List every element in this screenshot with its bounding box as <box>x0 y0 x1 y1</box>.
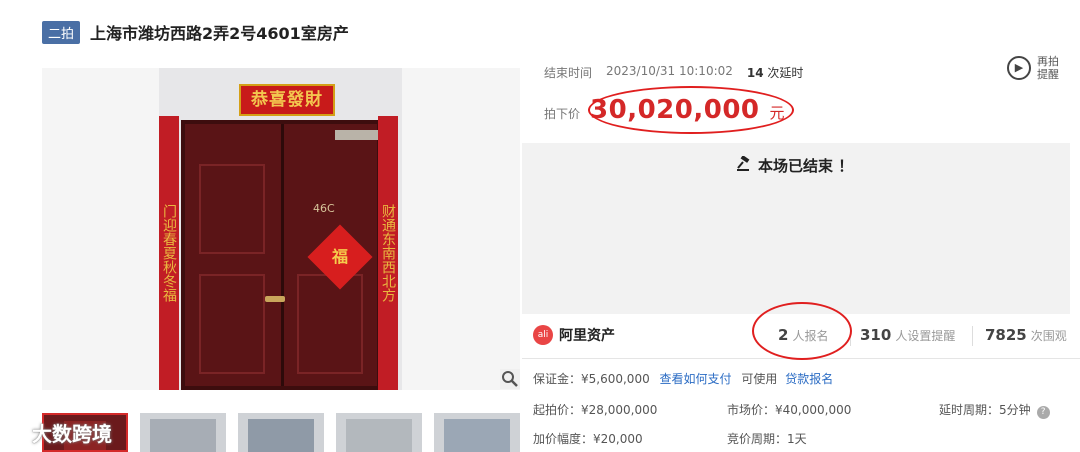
thumbnail-4[interactable] <box>336 413 422 452</box>
divider <box>972 326 973 346</box>
end-time-row: 结束时间 2023/10/31 10:10:02 14 次延时 <box>544 64 803 81</box>
alarm-clock-icon: ▶ <box>1007 56 1031 80</box>
remind-button[interactable]: ▶ 再拍提醒 <box>1007 55 1063 81</box>
gavel-icon <box>736 154 752 176</box>
brand-logo-icon <box>6 421 28 445</box>
round-badge: 二拍 <box>42 20 81 44</box>
deposit-line: 保证金：¥5,600,000 查看如何支付 可使用 贷款报名 <box>533 370 833 387</box>
door-handle <box>265 296 285 302</box>
end-time-value: 2023/10/31 10:10:02 <box>606 64 733 78</box>
status-area: 本场已结束 ！ <box>522 143 1070 314</box>
title-row: 二拍 上海市潍坊西路2弄2号4601室房产 <box>42 19 349 45</box>
platform-name: 阿里资产 <box>559 328 615 344</box>
fu-decoration: 福 <box>307 224 373 290</box>
fu-char: 福 <box>331 247 348 266</box>
magnifier-icon[interactable] <box>500 369 520 389</box>
door-panel <box>297 274 363 374</box>
page-title: 上海市潍坊西路2弄2号4601室房产 <box>90 24 349 43</box>
delay-info: 14 次延时 <box>747 64 804 81</box>
thumbnail-2[interactable] <box>140 413 226 452</box>
thumbnail-3[interactable] <box>238 413 324 452</box>
price-highlight-circle <box>588 86 794 134</box>
delay-period-line: 延时周期：5分钟? <box>939 401 1050 419</box>
auction-status: 本场已结束 ！ <box>736 154 854 176</box>
delay-period: 延时周期：5分钟 <box>939 403 1031 417</box>
delay-count: 14 <box>746 66 764 80</box>
how-to-pay-link[interactable]: 查看如何支付 <box>660 372 732 386</box>
watermark-text: 大数跨境 <box>32 422 112 446</box>
reminders-num: 310 <box>860 326 892 344</box>
deposit-mid: 可使用 <box>741 372 778 386</box>
status-text: 本场已结束 ！ <box>758 157 854 175</box>
couplet-left: 门迎春夏秋冬福 <box>159 116 179 390</box>
increment: 加价幅度：¥20,000 <box>533 432 643 446</box>
door: 46C 福 <box>181 120 385 390</box>
end-time-label: 结束时间 <box>544 66 593 80</box>
signups-highlight-circle <box>752 302 852 360</box>
views-label: 次围观 <box>1030 329 1067 343</box>
reminders-stat: 310 人设置提醒 <box>860 326 955 344</box>
door-panel <box>199 164 265 254</box>
start-price: 起拍价：¥28,000,000 <box>533 403 658 417</box>
price-label: 拍下价 <box>544 107 581 121</box>
loan-signup-link[interactable]: 贷款报名 <box>785 372 833 386</box>
banner-top: 恭喜發財 <box>239 84 335 116</box>
door-photo: 门迎春夏秋冬福 46C 福 财通东南西北方 恭喜發財 <box>159 68 402 390</box>
views-num: 7825 <box>985 326 1027 344</box>
market-price: 市场价：¥40,000,000 <box>727 403 852 417</box>
door-split <box>281 124 284 386</box>
door-number: 46C <box>313 202 335 215</box>
remind-label: 再拍提醒 <box>1037 55 1059 81</box>
deposit: 保证金：¥5,600,000 <box>533 372 650 386</box>
help-icon[interactable]: ? <box>1036 406 1050 419</box>
views-stat: 7825 次围观 <box>985 326 1067 344</box>
couplet-right: 财通东南西北方 <box>378 116 398 390</box>
alibaba-logo-icon: ali <box>533 325 553 345</box>
thumbnail-strip <box>42 413 520 452</box>
door-panel <box>199 274 265 374</box>
bid-period: 竞价周期：1天 <box>727 432 807 446</box>
delay-label: 次延时 <box>767 66 804 80</box>
main-photo-viewer[interactable]: 门迎春夏秋冬福 46C 福 财通东南西北方 恭喜發財 <box>42 68 520 390</box>
thumbnail-5[interactable] <box>434 413 520 452</box>
watermark: 大数跨境 <box>6 418 112 447</box>
reminders-label: 人设置提醒 <box>895 329 956 343</box>
platform-brand[interactable]: ali 阿里资产 <box>533 325 615 345</box>
